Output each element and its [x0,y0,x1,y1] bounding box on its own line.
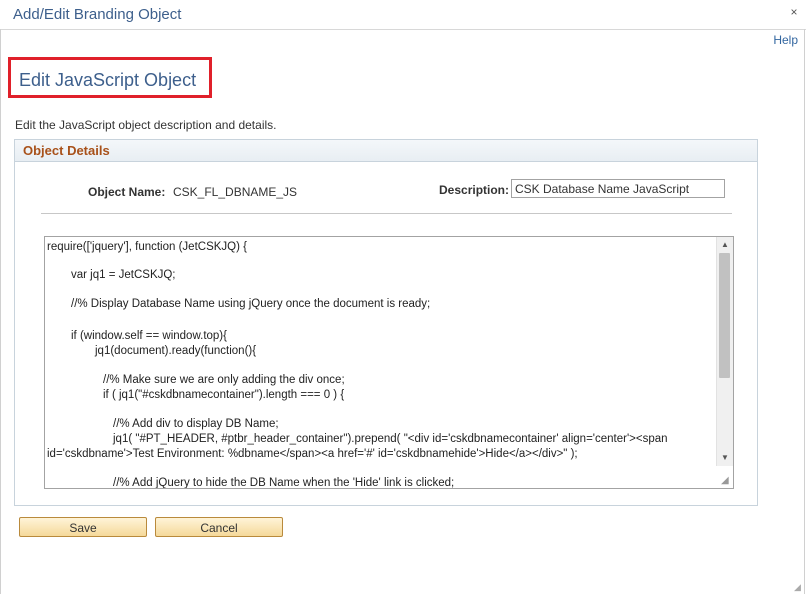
group-header: Object Details [15,140,757,162]
description-label: Description: [439,183,510,197]
close-icon[interactable]: × [788,6,800,18]
window-resize-icon[interactable]: ◢ [794,582,804,592]
code-line: var jq1 = JetCSKJQ; [71,269,176,281]
object-name-value: CSK_FL_DBNAME_JS [173,185,298,199]
scroll-up-arrow-icon[interactable]: ▲ [720,240,730,250]
object-name-label: Object Name: [88,185,166,199]
code-line: if ( jq1("#cskdbnamecontainer").length =… [103,389,345,401]
scroll-down-arrow-icon[interactable]: ▼ [720,453,730,463]
help-link[interactable]: Help [773,33,798,47]
code-line: if (window.self == window.top){ [71,330,227,342]
description-input[interactable] [511,179,725,198]
page-title: Edit JavaScript Object [19,70,197,90]
code-line: require(['jquery'], function (JetCSKJQ) … [47,241,247,253]
window-border-right [804,29,805,594]
object-details-group: Object Details Object Name: CSK_FL_DBNAM… [14,139,758,506]
window-border-left [0,29,1,594]
code-line: //% Add div to display DB Name; [113,418,279,430]
code-line: id='cskdbname'>Test Environment: %dbname… [47,448,578,460]
resize-grip-icon[interactable]: ◢ [721,476,731,486]
group-header-title: Object Details [23,143,110,158]
page-title-highlight: Edit JavaScript Object [8,57,212,98]
scrollbar-thumb[interactable] [719,253,730,378]
code-line: //% Display Database Name using jQuery o… [71,298,431,310]
window-titlebar: Add/Edit Branding Object × [0,0,806,30]
window-title: Add/Edit Branding Object [13,6,182,23]
code-line: //% Add jQuery to hide the DB Name when … [113,477,455,489]
save-button[interactable]: Save [19,517,147,537]
page-instructions: Edit the JavaScript object description a… [15,118,277,132]
cancel-button[interactable]: Cancel [155,517,283,537]
code-line: jq1( "#PT_HEADER, #ptbr_header_container… [113,433,668,445]
vertical-scrollbar[interactable]: ▲ ▼ [716,237,733,466]
code-line: jq1(document).ready(function(){ [95,345,257,357]
javascript-code-textarea[interactable]: require(['jquery'], function (JetCSKJQ) … [44,236,734,489]
divider [41,213,732,214]
code-line: //% Make sure we are only adding the div… [103,374,345,386]
